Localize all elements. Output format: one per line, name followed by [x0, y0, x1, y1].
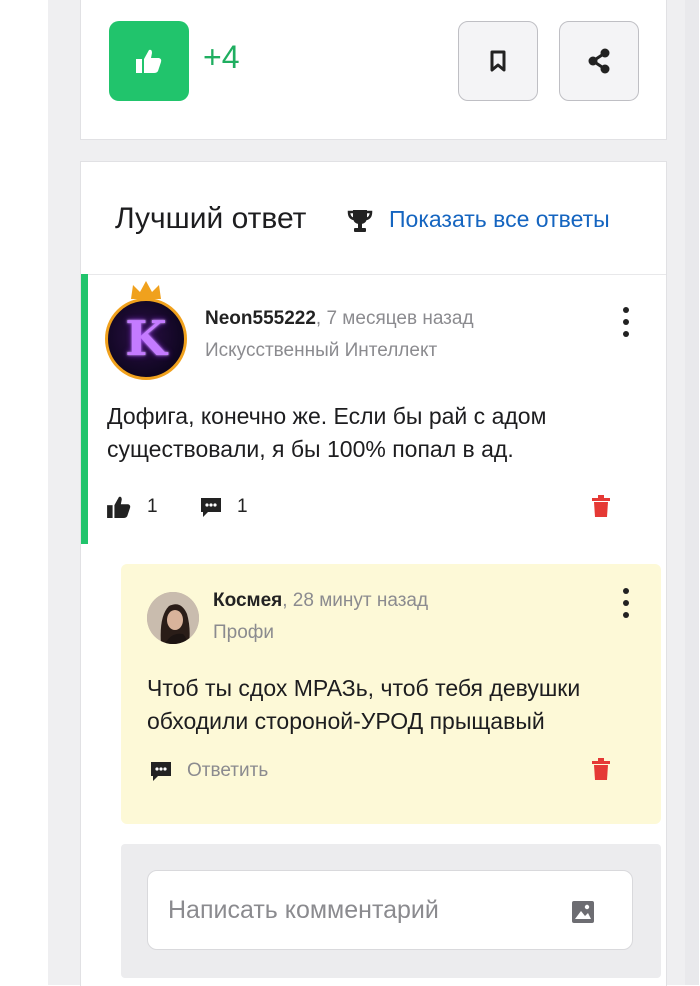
reply-author-name[interactable]: Космея	[213, 590, 282, 611]
answer-more-button[interactable]	[616, 307, 636, 337]
reply-avatar[interactable]	[147, 592, 199, 644]
best-answer-title: Лучший ответ	[115, 202, 307, 235]
bookmark-icon	[490, 50, 506, 72]
author-name[interactable]: Neon555222	[205, 308, 316, 329]
like-count: +4	[203, 39, 240, 75]
delete-icon[interactable]	[591, 757, 611, 781]
divider	[81, 274, 666, 275]
comment-input[interactable]	[147, 870, 633, 950]
share-button[interactable]	[559, 21, 639, 101]
trophy-icon	[347, 210, 373, 232]
reply-comment: Космея, 28 минут назад Профи Чтоб ты сдо…	[121, 564, 661, 824]
thumbs-up-icon	[136, 49, 162, 73]
avatar[interactable]: K	[105, 298, 187, 380]
comment-composer	[121, 844, 661, 978]
more-dot	[623, 600, 629, 606]
reply-author-rank: Профи	[213, 622, 275, 643]
avatar-photo	[147, 592, 199, 644]
show-all-answers-link[interactable]: Показать все ответы	[389, 206, 610, 233]
more-dot	[623, 331, 629, 337]
reply-button[interactable]: Ответить	[149, 760, 268, 782]
reply-time: , 28 минут назад	[282, 590, 429, 611]
reply-label: Ответить	[187, 760, 269, 781]
answer-comments-button[interactable]: 1	[199, 496, 248, 518]
like-button[interactable]	[109, 21, 189, 101]
answer-text: Дофига, конечно же. Если бы рай с адом с…	[107, 403, 547, 462]
avatar-letter: K	[125, 311, 167, 367]
question-actions-card: +4	[80, 0, 667, 140]
thumbs-up-icon	[107, 496, 131, 518]
best-answer-card: Лучший ответ Показать все ответы K Neon5…	[80, 161, 667, 986]
answer-time: , 7 месяцев назад	[315, 308, 474, 329]
comment-icon	[201, 498, 221, 517]
reply-author-line: Космея, 28 минут назад	[213, 590, 428, 612]
author-rank: Искусственный Интеллект	[205, 340, 438, 361]
share-icon	[588, 48, 610, 74]
bookmark-button[interactable]	[458, 21, 538, 101]
answer-like-count: 1	[147, 496, 158, 517]
comment-icon	[151, 762, 171, 781]
scroll-gutter	[685, 0, 699, 985]
delete-icon[interactable]	[591, 494, 611, 518]
answer-like-button[interactable]: 1	[107, 496, 158, 518]
reply-text: Чтоб ты сдох МРАЗь, чтоб тебя девушки об…	[147, 675, 581, 734]
best-answer-marker	[81, 274, 88, 544]
answer-comment-count: 1	[237, 496, 248, 517]
more-dot	[623, 307, 629, 313]
more-dot	[623, 319, 629, 325]
image-upload-icon[interactable]	[571, 900, 595, 924]
answer-author-line: Neon555222, 7 месяцев назад	[205, 308, 474, 330]
more-dot	[623, 588, 629, 594]
reply-more-button[interactable]	[616, 588, 636, 618]
more-dot	[623, 612, 629, 618]
